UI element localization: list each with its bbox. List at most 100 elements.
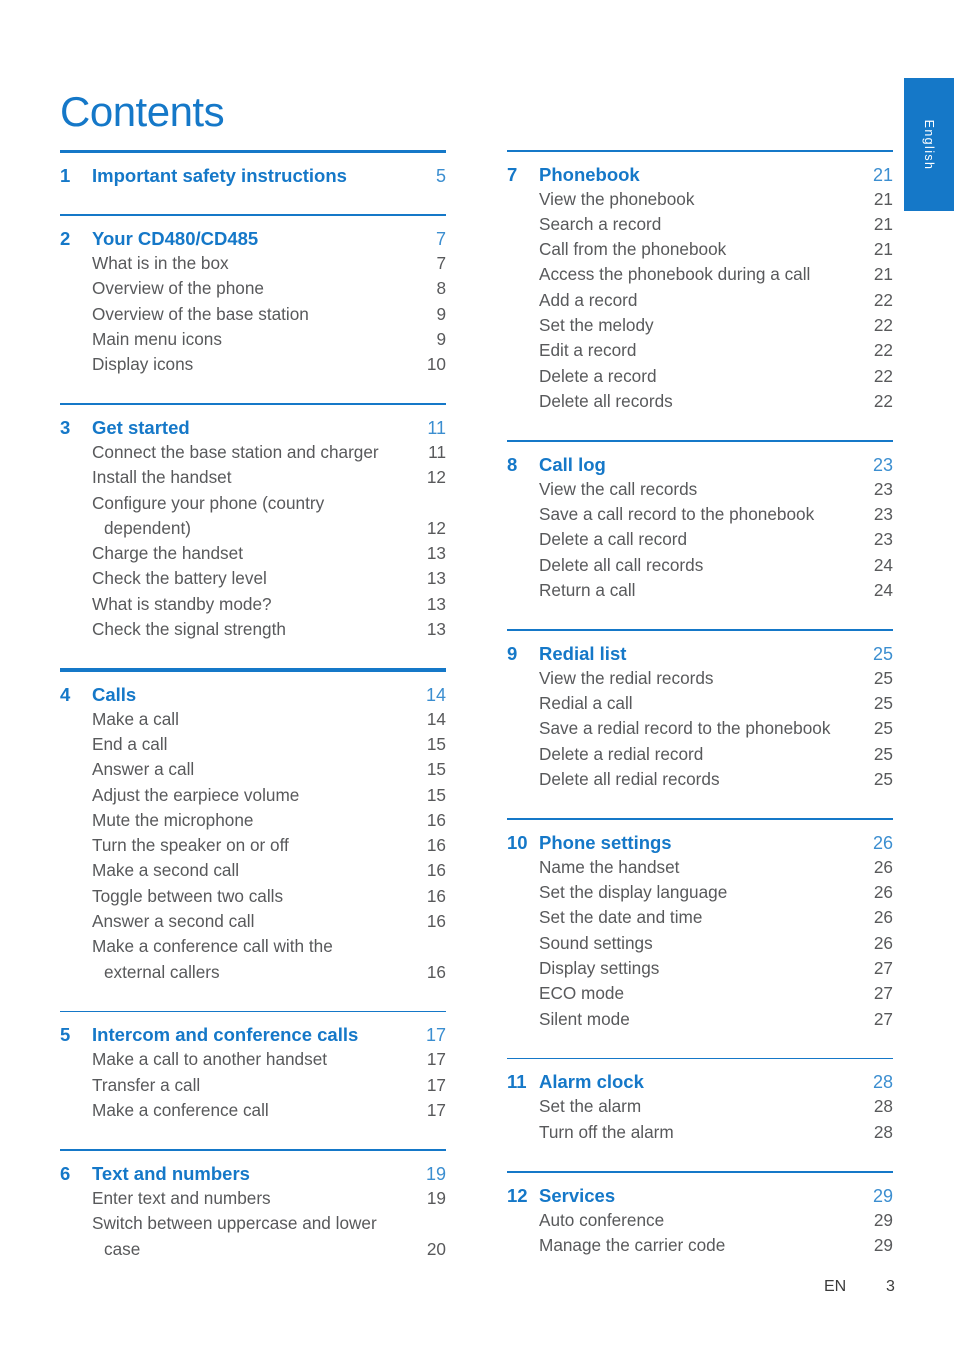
toc-entry[interactable]: Main menu icons 9 — [60, 327, 446, 352]
toc-entry[interactable]: Auto conference 29 — [507, 1208, 893, 1233]
toc-entry[interactable]: Switch between uppercase and lower — [60, 1211, 446, 1236]
toc-entry[interactable]: Answer a second call 16 — [60, 909, 446, 934]
section-number: 10 — [507, 831, 528, 853]
toc-entry[interactable]: ECO mode 27 — [507, 981, 893, 1006]
toc-entry[interactable]: View the redial records 25 — [507, 666, 893, 691]
toc-entry[interactable]: What is standby mode? 13 — [60, 592, 446, 617]
toc-entry[interactable]: Overview of the phone 8 — [60, 276, 446, 301]
toc-entry-label: Connect the base station and charger — [92, 442, 379, 463]
toc-entry-page-number: 29 — [873, 1234, 893, 1255]
toc-section-heading[interactable]: 8 Call log 23 — [507, 442, 893, 477]
toc-entry[interactable]: Silent mode 27 — [507, 1007, 893, 1032]
toc-entry[interactable]: Delete all records 22 — [507, 389, 893, 414]
toc-entry[interactable]: Toggle between two calls 16 — [60, 884, 446, 909]
toc-entry[interactable]: Call from the phonebook 21 — [507, 237, 893, 262]
toc-entry[interactable]: Delete a call record 23 — [507, 527, 893, 552]
toc-entry[interactable]: End a call 15 — [60, 732, 446, 757]
toc-entry[interactable]: Display icons 10 — [60, 352, 446, 377]
toc-entry[interactable]: What is in the box 7 — [60, 251, 446, 276]
toc-entry[interactable]: Edit a record 22 — [507, 338, 893, 363]
section-page-number: 23 — [872, 454, 893, 475]
toc-entry[interactable]: Turn the speaker on or off 16 — [60, 833, 446, 858]
toc-section-heading[interactable]: 9 Redial list 25 — [507, 631, 893, 666]
section-title: Redial list — [539, 642, 627, 664]
toc-entry[interactable]: Sound settings 26 — [507, 931, 893, 956]
toc-section-heading[interactable]: 3 Get started 11 — [60, 405, 446, 440]
section-title: Alarm clock — [539, 1071, 644, 1093]
toc-entry[interactable]: Enter text and numbers 19 — [60, 1186, 446, 1211]
section-number: 7 — [507, 163, 518, 185]
toc-entry[interactable]: Charge the handset 13 — [60, 541, 446, 566]
toc-entry-page-number: 29 — [873, 1209, 893, 1230]
toc-section: 7 Phonebook 21 View the phonebook 21 Search a… — [507, 150, 893, 414]
toc-entry[interactable]: Mute the microphone 16 — [60, 808, 446, 833]
toc-entry-page-number: 11 — [428, 442, 446, 463]
toc-entry[interactable]: Answer a call 15 — [60, 757, 446, 782]
toc-entry[interactable]: Set the display language 26 — [507, 880, 893, 905]
toc-entry[interactable]: Make a call to another handset 17 — [60, 1047, 446, 1072]
toc-entry[interactable]: Make a conference call 17 — [60, 1098, 446, 1123]
toc-section: 2 Your CD480/CD485 7 What is in the box 7 Ove… — [60, 214, 446, 377]
section-title: Your CD480/CD485 — [92, 228, 259, 250]
toc-entry[interactable]: Set the date and time 26 — [507, 905, 893, 930]
section-page-number: 21 — [872, 164, 893, 185]
toc-entry[interactable]: Install the handset 12 — [60, 465, 446, 490]
toc-entry[interactable]: Add a record 22 — [507, 288, 893, 313]
toc-entry[interactable]: Configure your phone (country — [60, 491, 446, 516]
toc-section-heading[interactable]: 2 Your CD480/CD485 7 — [60, 216, 446, 251]
toc-entry[interactable]: Save a call record to the phonebook 23 — [507, 502, 893, 527]
toc-entry[interactable]: Connect the base station and charger 11 — [60, 440, 446, 465]
toc-entry-page-number: 22 — [873, 340, 893, 361]
toc-entry-page-number: 25 — [873, 743, 893, 764]
toc-entry[interactable]: dependent) 12 — [60, 516, 446, 541]
toc-entry-page-number: 26 — [873, 856, 893, 877]
toc-section-heading[interactable]: 12 Services 29 — [507, 1173, 893, 1208]
toc-entry[interactable]: View the call records 23 — [507, 477, 893, 502]
toc-section-heading[interactable]: 6 Text and numbers 19 — [60, 1151, 446, 1186]
toc-entry-page-number: 17 — [426, 1100, 446, 1121]
toc-entry[interactable]: Transfer a call 17 — [60, 1073, 446, 1098]
toc-entry[interactable]: Set the alarm 28 — [507, 1094, 893, 1119]
toc-entry[interactable]: Name the handset 26 — [507, 855, 893, 880]
toc-entry[interactable]: Make a call 14 — [60, 707, 446, 732]
toc-entry[interactable]: Delete a record 22 — [507, 364, 893, 389]
toc-entry[interactable]: Make a second call 16 — [60, 858, 446, 883]
toc-entry-label: Make a call to another handset — [92, 1049, 328, 1070]
toc-entry[interactable]: View the phonebook 21 — [507, 187, 893, 212]
toc-entry[interactable]: Adjust the earpiece volume 15 — [60, 783, 446, 808]
toc-section-heading[interactable]: 10 Phone settings 26 — [507, 820, 893, 855]
toc-entry[interactable]: Check the battery level 13 — [60, 566, 446, 591]
toc-entry[interactable]: Make a conference call with the — [60, 934, 446, 959]
toc-entry[interactable]: Manage the carrier code 29 — [507, 1233, 893, 1258]
toc-entry[interactable]: Turn off the alarm 28 — [507, 1120, 893, 1145]
toc-entry-label: Answer a call — [92, 759, 195, 780]
toc-entry[interactable]: Delete all redial records 25 — [507, 767, 893, 792]
toc-entry[interactable]: Redial a call 25 — [507, 691, 893, 716]
toc-entry[interactable]: Delete a redial record 25 — [507, 742, 893, 767]
toc-entry-label: Set the alarm — [539, 1096, 642, 1117]
toc-section-heading[interactable]: 7 Phonebook 21 — [507, 152, 893, 187]
toc-entry[interactable]: Check the signal strength 13 — [60, 617, 446, 642]
toc-entry[interactable]: external callers 16 — [60, 960, 446, 985]
section-title: Intercom and conference calls — [92, 1024, 359, 1046]
section-number: 11 — [507, 1071, 527, 1093]
toc-section-heading[interactable]: 5 Intercom and conference calls 17 — [60, 1012, 446, 1047]
section-page-number: 14 — [425, 684, 446, 705]
toc-section-heading[interactable]: 11 Alarm clock 28 — [507, 1059, 893, 1094]
toc-entry[interactable]: Display settings 27 — [507, 956, 893, 981]
toc-entry[interactable]: Save a redial record to the phonebook 25 — [507, 716, 893, 741]
toc-entry[interactable]: Return a call 24 — [507, 578, 893, 603]
toc-entry[interactable]: Access the phonebook during a call 21 — [507, 262, 893, 287]
toc-entry[interactable]: Overview of the base station 9 — [60, 302, 446, 327]
toc-entry-page-number: 19 — [426, 1187, 446, 1208]
toc-section-heading[interactable]: 1 Important safety instructions 5 — [60, 153, 446, 188]
toc-entry[interactable]: Search a record 21 — [507, 212, 893, 237]
toc-entry[interactable]: Delete all call records 24 — [507, 553, 893, 578]
toc-section-heading[interactable]: 4 Calls 14 — [60, 672, 446, 707]
toc-entry[interactable]: case 20 — [60, 1237, 446, 1262]
toc-entry-label: Manage the carrier code — [539, 1234, 726, 1255]
toc-entry[interactable]: Set the melody 22 — [507, 313, 893, 338]
section-page-number: 28 — [872, 1072, 893, 1093]
toc-entry-label: Set the date and time — [539, 907, 703, 928]
